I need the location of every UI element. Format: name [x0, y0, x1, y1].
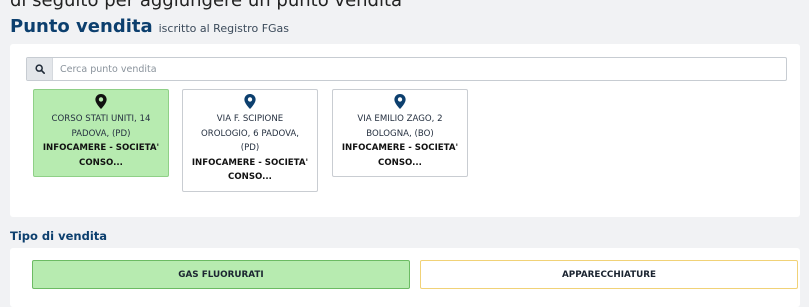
page-subtitle: iscritto al Registro FGas: [158, 22, 290, 35]
tipo-vendita-panel: GAS FLUORURATI APPARECCHIATURE: [10, 248, 800, 307]
punto-vendita-card[interactable]: VIA F. SCIPIONE OROLOGIO, 6 PADOVA, (PD)…: [182, 89, 318, 192]
card-address: VIA F. SCIPIONE OROLOGIO, 6 PADOVA, (PD): [200, 114, 300, 153]
apparecchiature-option[interactable]: APPARECCHIATURE: [420, 260, 798, 289]
card-company-name: INFOCAMERE - SOCIETA' CONSO...: [191, 157, 309, 183]
card-company-name: INFOCAMERE - SOCIETA' CONSO...: [42, 143, 160, 168]
map-pin-icon: [95, 94, 107, 109]
map-pin-icon: [394, 94, 406, 109]
gas-fluorurati-option[interactable]: GAS FLUORURATI: [32, 260, 410, 289]
card-company-name: INFOCAMERE - SOCIETA' CONSO...: [341, 143, 459, 168]
option-label: APPARECCHIATURE: [561, 269, 657, 280]
search-icon: [34, 64, 45, 74]
section-header: Punto vendita iscritto al Registro FGas: [10, 16, 289, 37]
card-address: VIA EMILIO ZAGO, 2 BOLOGNA, (BO): [357, 114, 443, 139]
search-bar: [26, 57, 787, 81]
page-title: Punto vendita: [10, 16, 153, 37]
search-button[interactable]: [27, 58, 53, 80]
tipo-vendita-title: Tipo di vendita: [10, 229, 108, 243]
search-input[interactable]: [53, 58, 786, 80]
option-label: GAS FLUORURATI: [178, 269, 264, 280]
punto-vendita-card[interactable]: CORSO STATI UNITI, 14 PADOVA, (PD) INFOC…: [33, 89, 169, 177]
punto-vendita-card[interactable]: VIA EMILIO ZAGO, 2 BOLOGNA, (BO) INFOCAM…: [332, 89, 468, 177]
punto-vendita-panel: CORSO STATI UNITI, 14 PADOVA, (PD) INFOC…: [10, 44, 800, 217]
card-address: CORSO STATI UNITI, 14 PADOVA, (PD): [51, 114, 151, 139]
instruction-text-fragment: di seguito per aggiungere un punto vendi…: [10, 0, 403, 11]
map-pin-icon: [244, 94, 256, 109]
